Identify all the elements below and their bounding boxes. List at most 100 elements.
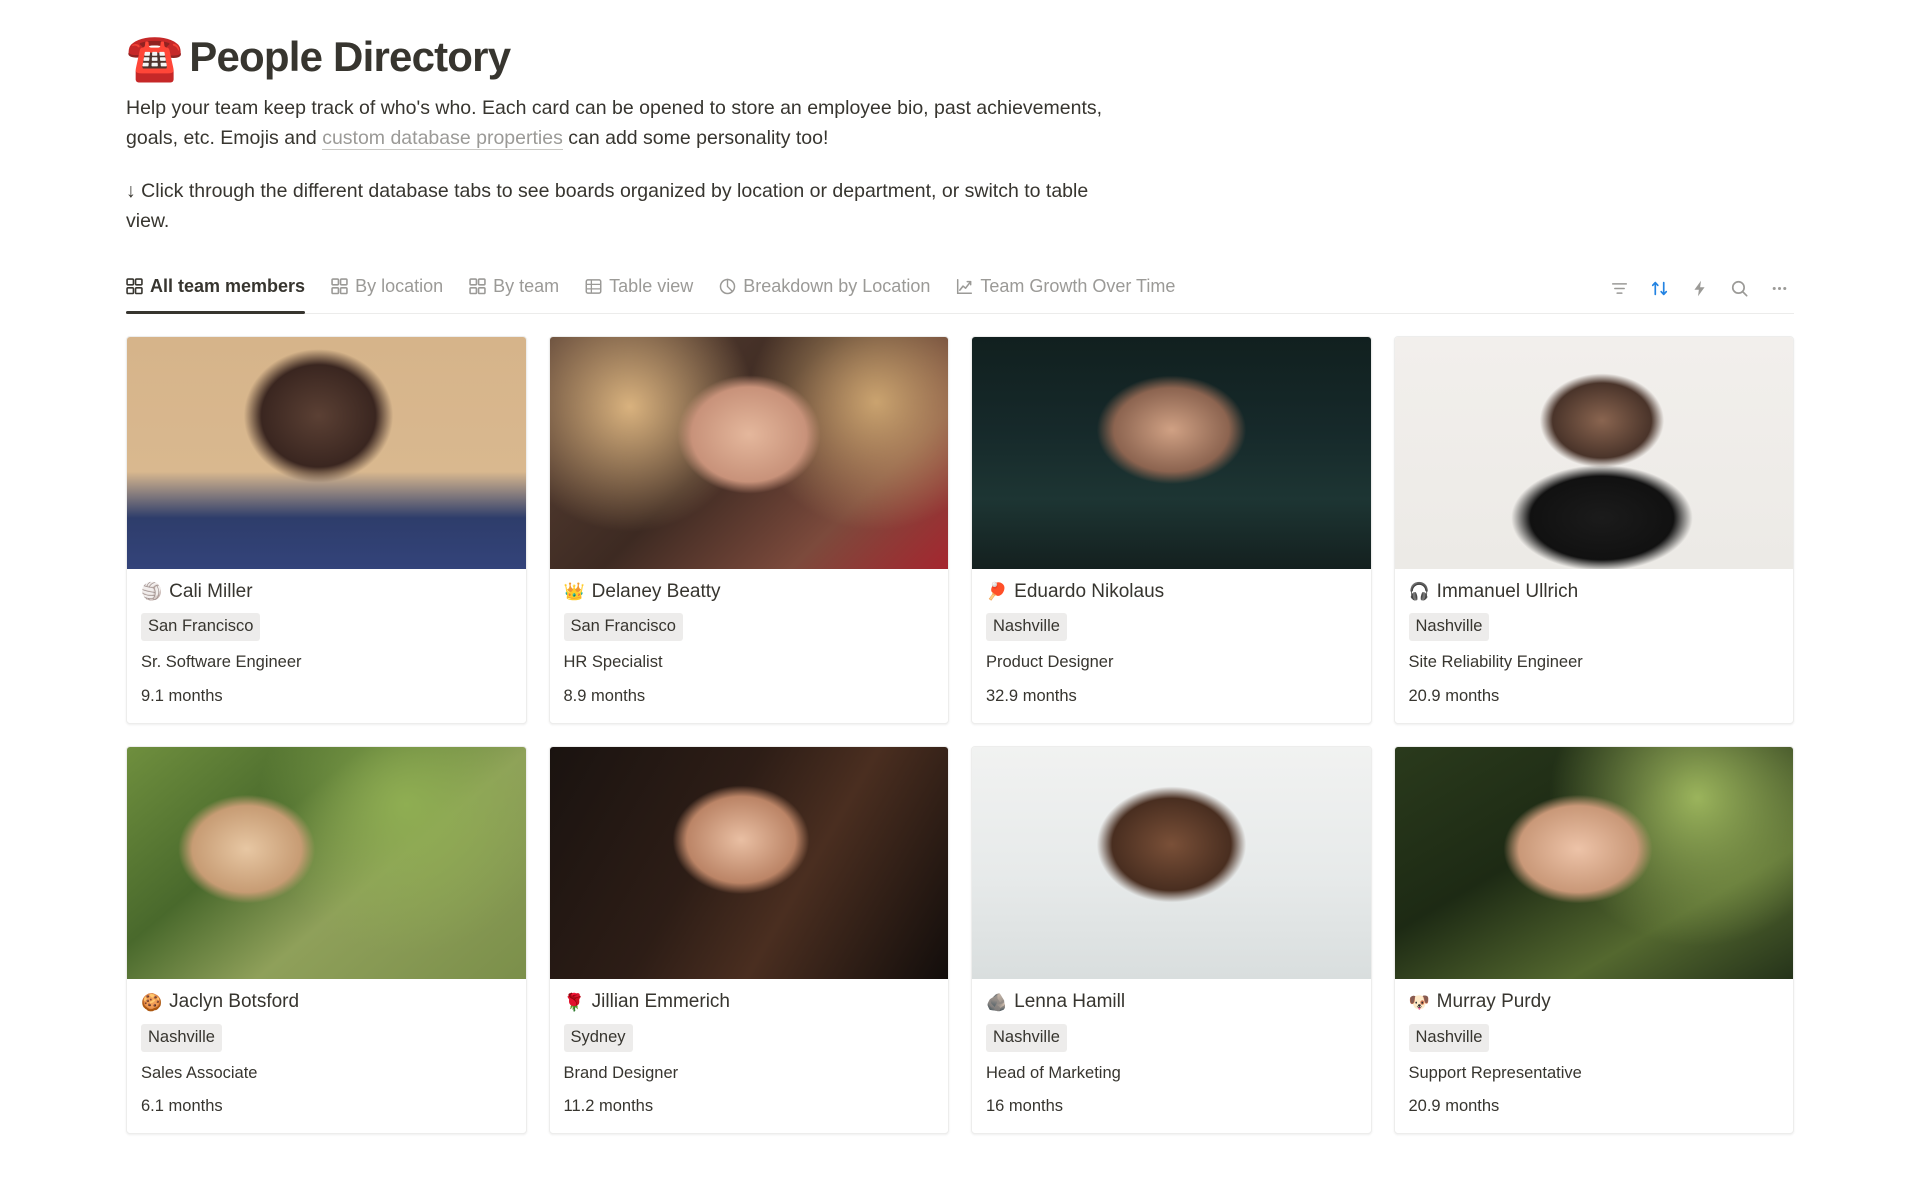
telephone-icon: ☎️ <box>126 31 184 83</box>
more-options-icon[interactable] <box>1764 274 1794 304</box>
person-card-body: 🏓 Eduardo Nikolaus Nashville Product Des… <box>972 569 1371 723</box>
person-card[interactable]: 🏐 Cali Miller San Francisco Sr. Software… <box>126 335 527 724</box>
person-card-body: 👑 Delaney Beatty San Francisco HR Specia… <box>550 569 949 723</box>
title-row: ☎️ People Directory <box>126 34 1920 80</box>
person-card-body: 🎧 Immanuel Ullrich Nashville Site Reliab… <box>1395 569 1794 723</box>
person-photo <box>549 336 948 569</box>
person-role: Head of Marketing <box>986 1063 1121 1082</box>
person-card-body: 🏐 Cali Miller San Francisco Sr. Software… <box>127 569 526 723</box>
person-card[interactable]: 🍪 Jaclyn Botsford Nashville Sales Associ… <box>126 745 527 1135</box>
page-description: Help your team keep track of who's who. … <box>126 94 1106 237</box>
person-photo <box>1394 746 1793 979</box>
location-tag: San Francisco <box>141 613 261 642</box>
person-tenure: 6.1 months <box>141 1097 223 1116</box>
tab-label: Breakdown by Location <box>743 276 931 296</box>
table-icon <box>585 278 602 295</box>
person-card[interactable]: 🎧 Immanuel Ullrich Nashville Site Reliab… <box>1393 335 1794 724</box>
cookie-icon: 🍪 <box>141 992 163 1012</box>
person-name: Immanuel Ullrich <box>1436 580 1579 602</box>
lightning-icon[interactable] <box>1684 274 1714 304</box>
person-name: Delaney Beatty <box>591 580 721 602</box>
person-photo <box>1394 336 1793 569</box>
person-card[interactable]: 🏓 Eduardo Nikolaus Nashville Product Des… <box>971 335 1372 724</box>
tab-label: All team members <box>150 276 306 296</box>
board-grid-icon <box>469 278 486 295</box>
line-chart-icon <box>956 278 973 295</box>
person-name: Jillian Emmerich <box>591 990 730 1012</box>
view-toolbar <box>1604 274 1794 313</box>
person-name: Eduardo Nikolaus <box>1014 580 1165 602</box>
person-photo <box>972 746 1371 979</box>
custom-database-properties-link[interactable]: custom database properties <box>322 126 563 150</box>
person-card-body: 🍪 Jaclyn Botsford Nashville Sales Associ… <box>127 979 526 1133</box>
person-card[interactable]: 🪨 Lenna Hamill Nashville Head of Marketi… <box>971 745 1372 1135</box>
person-role: Site Reliability Engineer <box>1408 653 1583 672</box>
person-name-row: 🌹 Jillian Emmerich <box>564 990 935 1015</box>
person-tenure: 32.9 months <box>986 686 1077 705</box>
tab-all-team-members[interactable]: All team members <box>126 271 318 314</box>
dog-face-icon: 🐶 <box>1408 992 1430 1012</box>
tab-label: Team Growth Over Time <box>980 276 1176 296</box>
person-name: Jaclyn Botsford <box>169 990 300 1012</box>
description-line2: ↓ Click through the different database t… <box>126 180 1089 232</box>
tab-label: By team <box>493 276 560 296</box>
card-board: 🏐 Cali Miller San Francisco Sr. Software… <box>126 335 1794 1135</box>
person-role: Brand Designer <box>563 1063 679 1082</box>
board-grid-icon <box>126 278 143 295</box>
person-role: Sr. Software Engineer <box>141 653 302 672</box>
person-name-row: 🍪 Jaclyn Botsford <box>141 990 512 1015</box>
person-card-body: 🐶 Murray Purdy Nashville Support Represe… <box>1395 979 1794 1133</box>
page-title: People Directory <box>189 32 511 80</box>
tab-label: Table view <box>609 276 694 296</box>
person-name-row: 🪨 Lenna Hamill <box>986 990 1357 1015</box>
person-name-row: 🎧 Immanuel Ullrich <box>1409 580 1780 605</box>
person-card[interactable]: 🐶 Murray Purdy Nashville Support Represe… <box>1393 745 1794 1135</box>
view-tabbar: All team members By location By team Tab… <box>126 271 1794 314</box>
person-name: Cali Miller <box>169 580 253 602</box>
volleyball-icon: 🏐 <box>141 582 163 602</box>
tab-by-team[interactable]: By team <box>456 271 572 313</box>
person-tenure: 9.1 months <box>141 686 223 705</box>
person-tenure: 11.2 months <box>563 1097 654 1116</box>
tab-team-growth-over-time[interactable]: Team Growth Over Time <box>943 271 1188 313</box>
rose-icon: 🌹 <box>563 992 585 1012</box>
person-card[interactable]: 👑 Delaney Beatty San Francisco HR Specia… <box>548 335 949 724</box>
person-tenure: 16 months <box>986 1097 1064 1116</box>
person-name-row: 🏐 Cali Miller <box>141 580 512 605</box>
location-tag: Nashville <box>1408 613 1490 642</box>
tab-table-view[interactable]: Table view <box>572 271 706 313</box>
search-icon[interactable] <box>1724 274 1754 304</box>
person-role: Product Designer <box>986 653 1114 672</box>
person-photo <box>549 746 948 979</box>
person-name-row: 🏓 Eduardo Nikolaus <box>986 580 1357 605</box>
page-header: ☎️ People Directory Help your team keep … <box>0 0 1920 237</box>
view-tabs: All team members By location By team Tab… <box>126 271 1188 314</box>
person-name: Lenna Hamill <box>1014 990 1126 1012</box>
person-tenure: 8.9 months <box>563 686 646 705</box>
location-tag: San Francisco <box>563 613 683 642</box>
person-tenure: 20.9 months <box>1408 1097 1500 1116</box>
tab-by-location[interactable]: By location <box>318 271 456 313</box>
person-photo <box>127 336 526 569</box>
person-photo <box>127 746 526 979</box>
person-name-row: 🐶 Murray Purdy <box>1409 990 1780 1015</box>
person-card[interactable]: 🌹 Jillian Emmerich Sydney Brand Designer… <box>548 745 949 1135</box>
person-role: Sales Associate <box>141 1063 258 1082</box>
crown-icon: 👑 <box>563 582 585 602</box>
board-grid-icon <box>331 278 348 295</box>
pie-chart-icon <box>719 278 736 295</box>
person-name: Murray Purdy <box>1436 990 1551 1012</box>
sort-icon[interactable] <box>1644 274 1674 304</box>
tab-label: By location <box>355 276 444 296</box>
location-tag: Nashville <box>986 1023 1067 1052</box>
person-card-body: 🪨 Lenna Hamill Nashville Head of Marketi… <box>972 979 1371 1133</box>
location-tag: Sydney <box>563 1023 633 1052</box>
person-photo <box>972 336 1371 569</box>
tab-breakdown-by-location[interactable]: Breakdown by Location <box>706 271 943 313</box>
person-role: Support Representative <box>1408 1063 1582 1082</box>
description-text-part2: can add some personality too! <box>562 126 829 149</box>
headphones-icon: 🎧 <box>1408 582 1430 602</box>
filter-icon[interactable] <box>1604 274 1634 304</box>
person-tenure: 20.9 months <box>1408 686 1500 705</box>
